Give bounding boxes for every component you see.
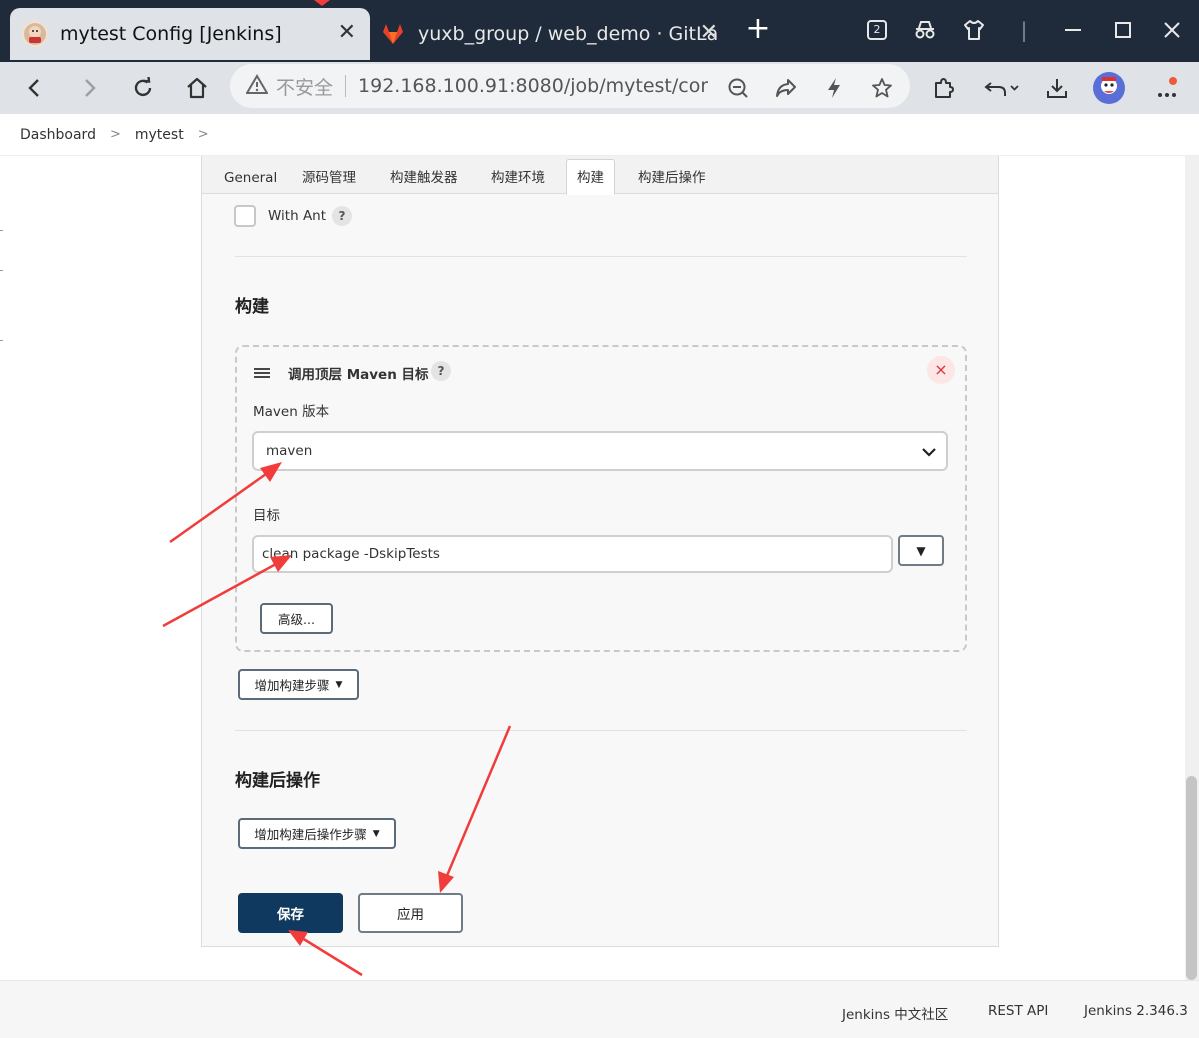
step-title: 调用顶层 Maven 目标	[288, 367, 429, 383]
gitlab-icon	[380, 21, 406, 47]
with-ant-label: With Ant	[268, 208, 327, 224]
help-icon[interactable]: ?	[431, 361, 451, 381]
browser-tab-title: yuxb_group / web_demo · GitLab	[418, 23, 718, 45]
maven-build-step: 调用顶层 Maven 目标 ? × Maven 版本 maven 目标 clea…	[235, 345, 967, 652]
build-section-title: 构建	[235, 297, 269, 317]
maximize-icon[interactable]	[1106, 14, 1140, 46]
breadcrumb: Dashboard > mytest >	[0, 114, 1199, 156]
separator-icon: |	[1020, 18, 1028, 42]
warning-icon	[245, 73, 269, 99]
add-build-step-button[interactable]: 增加构建步骤 ▼	[238, 669, 359, 700]
add-post-build-step-label: 增加构建后操作步骤	[254, 827, 367, 842]
tab-build-environment[interactable]: 构建环境	[481, 160, 555, 194]
browser-toolbar: 不安全 192.168.100.91:8080/job/mytest/confi…	[0, 62, 1199, 114]
page-edge-mark	[0, 230, 3, 231]
tab-count-icon[interactable]: 2	[860, 14, 894, 46]
apply-button[interactable]: 应用	[358, 893, 463, 933]
close-tab-icon[interactable]: ✕	[700, 20, 718, 46]
with-ant-checkbox[interactable]	[234, 205, 256, 227]
shirt-icon[interactable]	[957, 14, 991, 46]
close-tab-icon[interactable]: ✕	[338, 20, 356, 46]
post-build-section-title: 构建后操作	[235, 771, 320, 791]
goals-label: 目标	[253, 508, 280, 524]
section-divider	[235, 730, 967, 731]
insecure-label: 不安全	[276, 76, 334, 99]
page-edge-mark	[0, 340, 3, 341]
close-window-icon[interactable]	[1155, 14, 1189, 46]
caret-down-icon: ▼	[372, 828, 380, 839]
drag-handle-icon[interactable]	[253, 365, 271, 384]
tab-source-code[interactable]: 源码管理	[292, 160, 366, 194]
maven-version-value: maven	[266, 443, 313, 459]
menu-dots-icon[interactable]	[1150, 71, 1184, 105]
jenkins-icon	[22, 21, 48, 47]
expand-goals-button[interactable]: ▼	[898, 535, 944, 566]
caret-down-icon: ▼	[335, 679, 343, 690]
address-bar[interactable]: 不安全 192.168.100.91:8080/job/mytest/confi…	[230, 64, 910, 108]
tab-build-triggers[interactable]: 构建触发器	[380, 160, 468, 194]
chevron-down-icon	[922, 445, 936, 461]
save-button[interactable]: 保存	[238, 893, 343, 933]
footer-version-link[interactable]: Jenkins 2.346.3	[1084, 1003, 1188, 1019]
remove-step-button[interactable]: ×	[927, 356, 955, 384]
tab-build[interactable]: 构建	[566, 159, 615, 195]
maven-version-label: Maven 版本	[253, 404, 330, 420]
bookmark-star-icon[interactable]	[868, 74, 896, 102]
footer-rest-api-link[interactable]: REST API	[988, 1003, 1048, 1019]
tab-post-build[interactable]: 构建后操作	[628, 160, 716, 194]
undo-dropdown-icon[interactable]	[978, 71, 1028, 105]
share-icon[interactable]	[772, 74, 800, 102]
page-footer: Jenkins 中文社区 REST API Jenkins 2.346.3	[0, 980, 1199, 1038]
back-icon[interactable]	[18, 71, 52, 105]
profile-avatar[interactable]	[1092, 71, 1126, 105]
add-build-step-label: 增加构建步骤	[254, 678, 330, 693]
help-icon[interactable]: ?	[332, 206, 352, 226]
download-icon[interactable]	[1040, 71, 1074, 105]
tab-general[interactable]: General	[214, 160, 287, 194]
lightning-icon[interactable]	[820, 74, 848, 102]
forward-icon[interactable]	[72, 71, 106, 105]
minimize-icon[interactable]	[1056, 14, 1090, 46]
zoom-out-icon[interactable]	[724, 74, 752, 102]
breadcrumb-mytest[interactable]: mytest	[135, 127, 184, 143]
browser-tab-jenkins[interactable]: mytest Config [Jenkins] ✕	[10, 8, 370, 60]
config-tab-bar: General 源码管理 构建触发器 构建环境 构建 构建后操作	[202, 156, 998, 195]
config-panel: General 源码管理 构建触发器 构建环境 构建 构建后操作 With An…	[201, 156, 999, 947]
goals-input[interactable]: clean package -DskipTests	[252, 535, 893, 573]
breadcrumb-dashboard[interactable]: Dashboard	[20, 127, 96, 143]
page-edge-mark	[0, 270, 3, 271]
incognito-icon[interactable]	[908, 14, 942, 46]
browser-tab-bar: mytest Config [Jenkins] ✕ yuxb_group / w…	[0, 0, 1199, 62]
reload-icon[interactable]	[126, 71, 160, 105]
browser-tab-title: mytest Config [Jenkins]	[60, 23, 282, 45]
new-tab-button[interactable]: +	[742, 14, 774, 46]
tab-count-badge: 2	[867, 20, 887, 40]
page-scrollbar-thumb[interactable]	[1186, 776, 1197, 980]
omnibox-separator	[345, 75, 347, 97]
extensions-icon[interactable]	[926, 71, 960, 105]
advanced-button[interactable]: 高级...	[260, 603, 333, 634]
url-text[interactable]: 192.168.100.91:8080/job/mytest/confi...	[358, 75, 708, 97]
home-icon[interactable]	[180, 71, 214, 105]
goals-value: clean package -DskipTests	[262, 546, 440, 562]
add-post-build-step-button[interactable]: 增加构建后操作步骤 ▼	[238, 818, 396, 849]
maven-version-select[interactable]: maven	[252, 431, 948, 471]
breadcrumb-separator: >	[197, 127, 209, 142]
footer-community-link[interactable]: Jenkins 中文社区	[842, 1003, 948, 1023]
breadcrumb-separator: >	[109, 127, 121, 142]
browser-tab-gitlab[interactable]: yuxb_group / web_demo · GitLab ✕	[372, 8, 732, 60]
section-divider	[235, 256, 967, 257]
